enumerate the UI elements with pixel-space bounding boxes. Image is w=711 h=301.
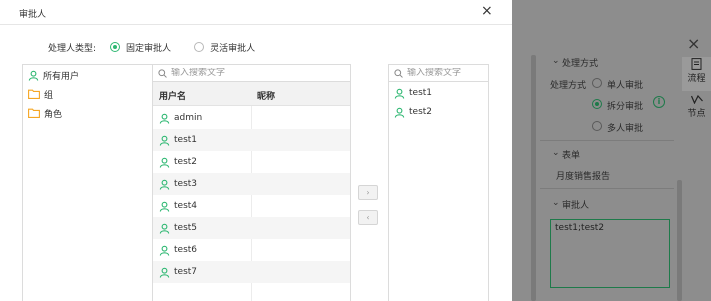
move-right-button[interactable]: › [358, 185, 378, 200]
table-row[interactable]: test1 [153, 129, 350, 151]
chevron-down-icon[interactable]: ⌄ [552, 56, 560, 66]
radio-selected-icon[interactable] [110, 42, 121, 52]
table-row[interactable]: test3 [153, 173, 350, 195]
username-cell: test7 [174, 267, 198, 277]
user-icon [159, 223, 170, 234]
table-row[interactable]: test2 [153, 151, 350, 173]
user-icon [159, 135, 170, 146]
handler-type-label: 处理人类型: [48, 43, 97, 54]
selected-search-input[interactable] [407, 68, 477, 78]
folder-icon [28, 89, 40, 99]
user-icon [394, 107, 405, 118]
section-title-approver[interactable]: 审批人 [562, 198, 589, 211]
column-header-nickname[interactable]: 昵称 [257, 89, 275, 102]
tab-node-label: 节点 [687, 109, 706, 119]
approver-value-box[interactable]: test1;test2 [550, 219, 670, 288]
tab-process-label: 流程 [687, 74, 706, 84]
chevron-down-icon[interactable]: ⌄ [552, 198, 560, 208]
tree-item-role[interactable]: 角色 [28, 106, 62, 120]
user-icon [159, 245, 170, 256]
method-multi-label: 多人审批 [607, 124, 644, 134]
user-icon [394, 88, 405, 99]
user-search-bar [153, 65, 350, 82]
selected-item[interactable]: test2 [394, 105, 432, 119]
user-search-input[interactable] [171, 68, 331, 78]
radio-single-approval[interactable] [592, 78, 602, 88]
user-icon [159, 267, 170, 278]
selected-item-label: test1 [409, 88, 433, 98]
section-divider [540, 188, 674, 189]
username-cell: test3 [174, 179, 198, 189]
section-title-form[interactable]: 表单 [562, 148, 580, 161]
form-name: 月度销售报告 [556, 172, 611, 182]
move-left-button[interactable]: ‹ [358, 210, 378, 225]
search-icon [158, 68, 167, 78]
radio-unselected-icon[interactable] [194, 42, 205, 52]
user-icon [159, 113, 170, 124]
tab-process[interactable]: 流程 [682, 57, 711, 91]
selected-item-label: test2 [409, 107, 433, 117]
tree-item-all-users[interactable]: 所有用户 [28, 68, 79, 82]
table-row[interactable]: test4 [153, 195, 350, 217]
username-cell: test1 [174, 135, 198, 145]
radio-flexible-approver[interactable]: 灵活审批人 [194, 41, 255, 54]
method-split-label: 拆分审批 [607, 102, 644, 112]
search-icon [394, 68, 403, 78]
dialog-header: 审批人 × [0, 0, 512, 25]
user-icon [159, 157, 170, 168]
radio-fixed-approver-label: 固定审批人 [126, 43, 172, 54]
section-divider [540, 140, 674, 141]
user-list-panel: 用户名 昵称 admin test1 test2 test3 test4 test5 tes… [152, 64, 351, 301]
radio-fixed-approver[interactable]: 固定审批人 [110, 41, 171, 54]
sidebar-scrollbar[interactable] [531, 55, 536, 301]
column-header-username[interactable]: 用户名 [159, 89, 186, 102]
dialog-title: 审批人 [19, 10, 47, 20]
node-icon [690, 95, 703, 104]
user-icon [159, 179, 170, 190]
info-icon[interactable]: i [653, 96, 665, 108]
sidebar-scrollbar-right[interactable] [677, 180, 682, 301]
user-icon [28, 70, 39, 81]
username-cell: admin [174, 113, 203, 123]
username-cell: test2 [174, 157, 198, 167]
chevron-down-icon[interactable]: ⌄ [552, 148, 560, 158]
table-row[interactable]: test6 [153, 239, 350, 261]
document-icon [691, 58, 702, 70]
approver-dialog: 审批人 × 处理人类型: 固定审批人 灵活审批人 所有用户 组 角色 输入搜索文… [0, 0, 512, 301]
table-row[interactable]: admin [153, 107, 350, 129]
user-icon [159, 201, 170, 212]
selected-search-bar [389, 65, 488, 82]
table-header: 用户名 昵称 [153, 82, 350, 106]
radio-split-approval[interactable] [592, 99, 602, 109]
tree-item-group[interactable]: 组 [28, 87, 53, 101]
table-row[interactable]: test7 [153, 261, 350, 283]
tree-item-all-users-label: 所有用户 [43, 71, 80, 82]
selected-item[interactable]: test1 [394, 86, 432, 100]
section-title-method[interactable]: 处理方式 [562, 56, 598, 69]
table-row[interactable]: test5 [153, 217, 350, 239]
method-single-label: 单人审批 [607, 81, 644, 91]
selected-users-panel: test1 test2 [388, 64, 489, 301]
handler-type-row: 处理人类型: 固定审批人 灵活审批人 [48, 40, 255, 54]
close-icon[interactable]: × [481, 4, 493, 18]
method-label: 处理方式 [550, 81, 587, 91]
username-cell: test4 [174, 201, 198, 211]
tab-node[interactable]: 节点 [682, 95, 711, 123]
username-cell: test6 [174, 245, 198, 255]
org-tree-panel: 所有用户 组 角色 [22, 64, 153, 301]
tree-item-role-label: 角色 [44, 109, 63, 120]
radio-flexible-approver-label: 灵活审批人 [210, 43, 256, 54]
folder-icon [28, 108, 40, 118]
radio-multi-approval[interactable] [592, 121, 602, 131]
tree-item-group-label: 组 [44, 90, 54, 101]
username-cell: test5 [174, 223, 198, 233]
sidebar-close-icon[interactable]: × [687, 36, 700, 52]
